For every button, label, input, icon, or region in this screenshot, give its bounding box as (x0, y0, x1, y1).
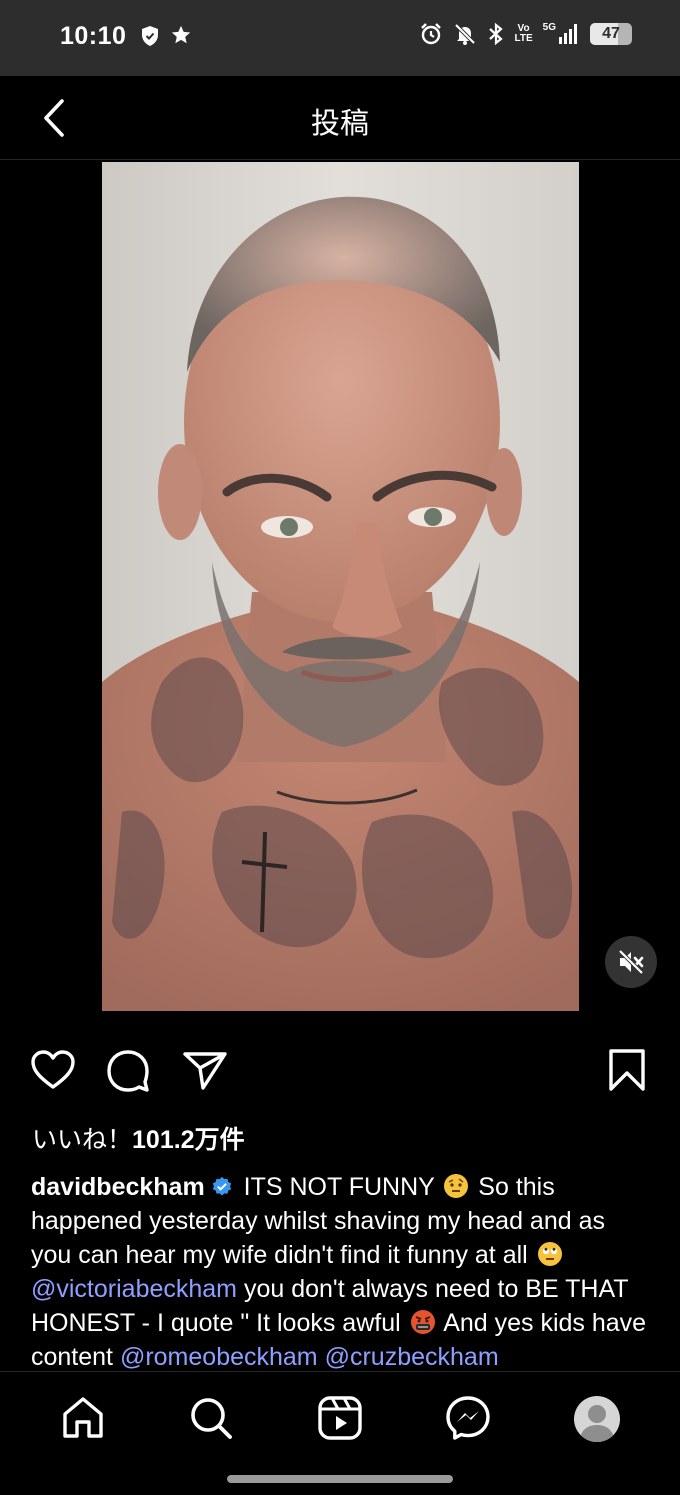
search-icon (191, 1398, 232, 1439)
status-time: 10:10 (60, 22, 127, 50)
star-icon (171, 25, 191, 44)
nav-home[interactable] (59, 1394, 107, 1442)
volte-indicator: Vo LTE (514, 23, 533, 44)
bluetooth-icon (488, 22, 503, 46)
verified-badge-icon (211, 1173, 233, 1196)
eye-roll-emoji-icon (537, 1241, 563, 1267)
post-video[interactable] (102, 162, 579, 1011)
cursing-face-emoji-icon (410, 1309, 436, 1335)
mute-button[interactable] (605, 936, 657, 988)
mention-link[interactable]: @romeobeckham (120, 1343, 318, 1370)
raised-eyebrow-emoji-icon (443, 1173, 469, 1199)
signal-indicator: 5G (543, 23, 580, 45)
like-button[interactable] (29, 1046, 77, 1094)
nav-reels[interactable] (316, 1394, 364, 1442)
shield-icon (142, 26, 158, 46)
page-title: 投稿 (310, 108, 369, 140)
video-frame-image (102, 162, 579, 1011)
battery-icon: 47 (590, 23, 632, 45)
signal-bars-icon (559, 24, 577, 44)
save-button[interactable] (603, 1046, 651, 1094)
comment-icon (107, 1050, 149, 1092)
bookmark-icon (609, 1049, 645, 1091)
likes-count[interactable]: いいね！101.2万件 (32, 1120, 245, 1156)
heart-icon (31, 1050, 75, 1089)
app-header: 投稿 (0, 76, 680, 160)
system-gesture-area (0, 1465, 680, 1495)
mention-link[interactable]: @cruzbeckham (325, 1343, 499, 1370)
send-icon (183, 1052, 227, 1090)
messenger-icon (446, 1396, 490, 1440)
profile-icon (579, 1405, 615, 1442)
bottom-navigation (0, 1371, 680, 1465)
comment-button[interactable] (104, 1046, 152, 1094)
nav-profile-avatar[interactable] (574, 1396, 620, 1442)
nav-messages[interactable] (444, 1394, 492, 1442)
status-bar: 10:10 Vo LTE 5G 47 (0, 0, 680, 76)
share-button[interactable] (181, 1046, 229, 1094)
alarm-icon (420, 23, 441, 45)
speaker-muted-icon (617, 948, 645, 976)
mention-link[interactable]: @victoriabeckham (31, 1275, 237, 1303)
reels-icon (318, 1396, 362, 1440)
notifications-off-icon (454, 23, 475, 45)
home-icon (63, 1397, 103, 1438)
post-caption: davidbeckham ITS NOT FUNNY So this happe… (31, 1173, 647, 1370)
nav-search[interactable] (187, 1394, 235, 1442)
home-gesture-bar[interactable] (227, 1475, 453, 1483)
post-actions (0, 1040, 680, 1100)
username-link[interactable]: davidbeckham (31, 1173, 205, 1201)
